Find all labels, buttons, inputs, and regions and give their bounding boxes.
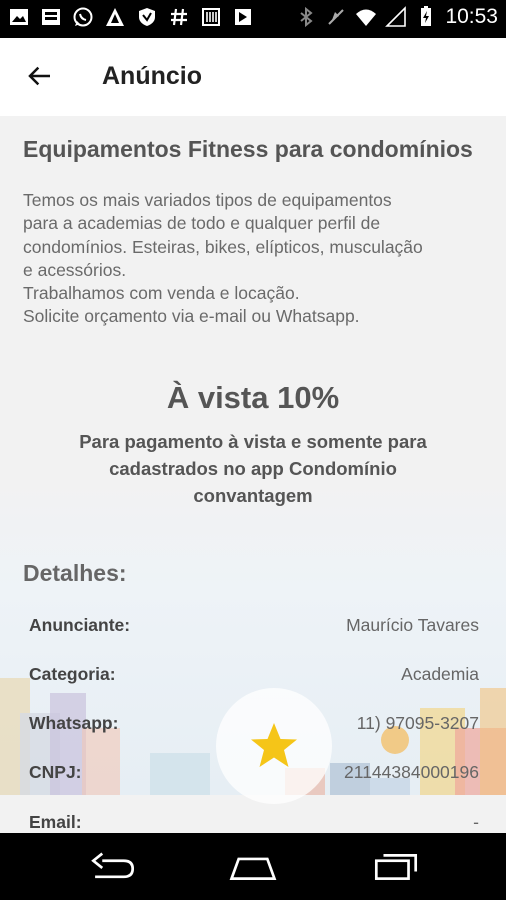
- ad-description-line: e acessórios.: [23, 259, 127, 280]
- image-icon: [8, 6, 30, 28]
- wifi-icon: [355, 6, 377, 28]
- barcode-icon: [200, 6, 222, 28]
- detail-value: 21144384000196: [344, 762, 479, 782]
- page-title: Anúncio: [102, 62, 202, 90]
- flag-icon: [232, 6, 254, 28]
- promo-title: À vista 10%: [166, 380, 340, 415]
- promo-text: Para pagamento à vista e somente para ca…: [40, 428, 466, 509]
- detail-value: Maurício Tavares: [346, 615, 479, 635]
- detail-label: Email:: [29, 812, 82, 832]
- mute-icon: [325, 6, 347, 28]
- ad-title: Equipamentos Fitness para condomínios: [23, 136, 473, 162]
- detail-label: Categoria:: [29, 664, 116, 684]
- detail-label: Anunciante:: [29, 615, 131, 635]
- home-nav-icon: [229, 857, 277, 880]
- details-heading: Detalhes:: [23, 560, 127, 586]
- promo-text-line: convantagem: [193, 485, 313, 506]
- signal-icon: [385, 6, 407, 28]
- whatsapp-icon: [72, 6, 94, 28]
- favorite-button[interactable]: [216, 688, 332, 804]
- ad-description-line: para a academias de todo e qualquer perf…: [23, 213, 381, 234]
- ad-description-line: Temos os mais variados tipos de equipame…: [23, 190, 392, 210]
- ad-screen: Anúncio Equipamentos Fitness para condom…: [0, 38, 506, 833]
- detail-row-advertiser: Anunciante: Maurício Tavares: [29, 615, 479, 645]
- nav-recents-button[interactable]: [366, 848, 426, 886]
- nav-home-button[interactable]: [223, 848, 283, 886]
- detail-row-category: Categoria: Academia: [29, 664, 479, 694]
- status-time: 10:53: [445, 5, 498, 28]
- detail-value: -: [473, 812, 479, 832]
- notification-a-icon: [104, 6, 126, 28]
- detail-value[interactable]: 11) 97095-3207: [357, 713, 479, 743]
- photo-icon: [40, 6, 62, 28]
- ad-description-line: condomínios. Esteiras, bikes, elípticos,…: [23, 236, 423, 257]
- navigation-bar: [0, 833, 506, 900]
- detail-label: CNPJ:: [29, 762, 82, 782]
- back-nav-icon: [91, 852, 135, 879]
- arrow-left-icon: [28, 66, 50, 86]
- status-bar: 10:53: [0, 0, 506, 38]
- promo-text-line: Para pagamento à vista e somente para: [79, 431, 427, 452]
- battery-icon: [415, 6, 437, 28]
- back-button[interactable]: [22, 58, 58, 94]
- bluetooth-icon: [295, 6, 317, 28]
- nav-back-button[interactable]: [83, 848, 143, 886]
- detail-label: Whatsapp:: [29, 713, 119, 733]
- shield-icon: [136, 6, 158, 28]
- star-icon: [251, 723, 297, 767]
- promo-text-line: cadastrados no app Condomínio: [109, 458, 397, 479]
- recents-nav-icon: [374, 854, 418, 880]
- ad-description: Temos os mais variados tipos de equipame…: [23, 189, 493, 329]
- toolbar: Anúncio: [0, 38, 506, 116]
- hash-icon: [168, 6, 190, 28]
- detail-row-email: Email: -: [29, 812, 479, 833]
- ad-description-line: Solicite orçamento via e-mail ou Whatsap…: [23, 306, 360, 327]
- ad-description-line: Trabalhamos com venda e locação.: [23, 283, 300, 304]
- detail-value: Academia: [401, 664, 479, 684]
